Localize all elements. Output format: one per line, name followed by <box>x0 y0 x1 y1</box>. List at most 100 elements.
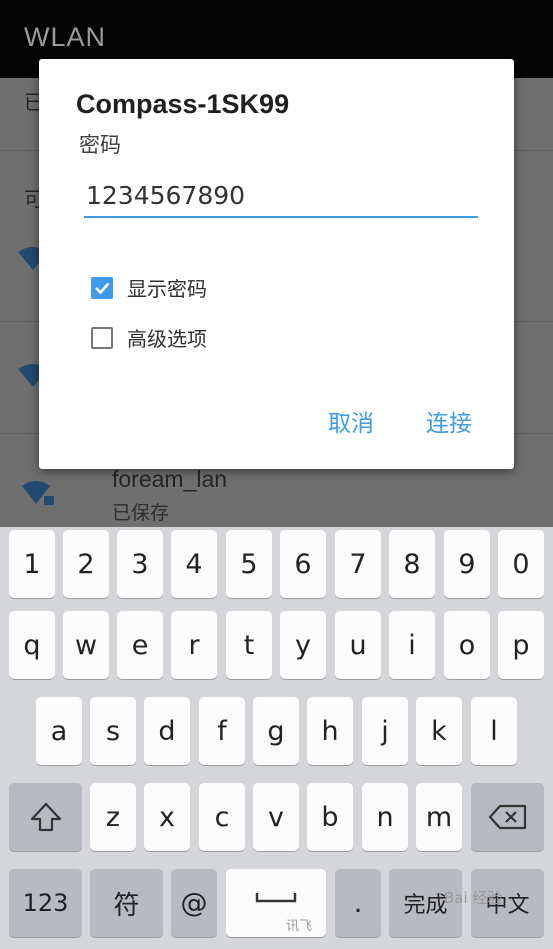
key-p[interactable]: p <box>498 611 544 679</box>
shift-icon <box>30 802 61 832</box>
key-label: c <box>214 801 230 833</box>
key-label: b <box>321 801 339 833</box>
key-n[interactable]: n <box>362 783 408 851</box>
key-label: u <box>349 629 367 661</box>
key-5[interactable]: 5 <box>226 530 272 598</box>
key-label: x <box>159 801 175 833</box>
key-label: 7 <box>349 548 367 580</box>
network-name: foream_lan <box>112 466 228 492</box>
watermark: Bai 经验 <box>444 889 503 907</box>
key-label: o <box>458 629 476 661</box>
key-label: y <box>295 629 311 661</box>
key-label: q <box>23 629 41 661</box>
key-0[interactable]: 0 <box>498 530 544 598</box>
wifi-password-dialog: Compass-1SK99 密码 显示密码 高级选项 取消 连接 <box>39 59 514 469</box>
key-w[interactable]: w <box>63 611 109 679</box>
key-7[interactable]: 7 <box>335 530 381 598</box>
key-label: s <box>105 715 121 747</box>
soft-keyboard: 1 2 3 4 5 6 7 8 9 0 q w e r t y u i o p … <box>0 527 553 949</box>
key-x[interactable]: x <box>144 783 190 851</box>
key-m[interactable]: m <box>416 783 462 851</box>
key-h[interactable]: h <box>307 697 353 765</box>
shift-key[interactable] <box>9 783 82 851</box>
key-b[interactable]: b <box>307 783 353 851</box>
backspace-key[interactable] <box>471 783 544 851</box>
key-a[interactable]: a <box>36 697 82 765</box>
key-label: z <box>105 801 121 833</box>
symbols-key[interactable]: 符 <box>90 869 163 937</box>
key-label: l <box>490 715 498 747</box>
key-d[interactable]: d <box>144 697 190 765</box>
key-label: n <box>376 801 394 833</box>
key-label: 0 <box>512 548 530 580</box>
key-6[interactable]: 6 <box>280 530 326 598</box>
password-label: 密码 <box>79 133 121 157</box>
numbers-key[interactable]: 123 <box>9 869 82 937</box>
advanced-options-row[interactable]: 高级选项 <box>91 323 207 352</box>
key-2[interactable]: 2 <box>63 530 109 598</box>
key-s[interactable]: s <box>90 697 136 765</box>
key-l[interactable]: l <box>471 697 517 765</box>
dialog-title: Compass-1SK99 <box>76 89 290 119</box>
wifi-lock-icon <box>22 481 54 505</box>
key-q[interactable]: q <box>9 611 55 679</box>
key-label: r <box>188 629 200 661</box>
show-password-row[interactable]: 显示密码 <box>91 273 207 302</box>
key-v[interactable]: v <box>253 783 299 851</box>
key-c[interactable]: c <box>199 783 245 851</box>
check-icon <box>95 282 110 294</box>
key-label: e <box>131 629 149 661</box>
key-label: 2 <box>77 548 95 580</box>
key-label: 3 <box>131 548 149 580</box>
key-3[interactable]: 3 <box>117 530 163 598</box>
key-label: k <box>431 715 447 747</box>
key-t[interactable]: t <box>226 611 272 679</box>
key-label: j <box>381 715 389 747</box>
key-o[interactable]: o <box>444 611 490 679</box>
network-status: 已保存 <box>112 502 170 524</box>
key-1[interactable]: 1 <box>9 530 55 598</box>
key-i[interactable]: i <box>389 611 435 679</box>
key-label: i <box>408 629 416 661</box>
key-label: f <box>217 715 227 747</box>
connect-button[interactable]: 连接 <box>426 404 472 438</box>
cancel-button[interactable]: 取消 <box>328 404 374 438</box>
key-label: 8 <box>403 548 421 580</box>
key-label: 完成 <box>403 893 448 918</box>
key-f[interactable]: f <box>199 697 245 765</box>
key-label: m <box>425 801 453 833</box>
key-9[interactable]: 9 <box>444 530 490 598</box>
key-z[interactable]: z <box>90 783 136 851</box>
key-k[interactable]: k <box>416 697 462 765</box>
key-r[interactable]: r <box>171 611 217 679</box>
key-label: t <box>243 629 255 661</box>
show-password-label: 显示密码 <box>127 277 207 301</box>
key-label: v <box>268 801 284 833</box>
key-g[interactable]: g <box>253 697 299 765</box>
app-bar-title: WLAN <box>24 22 107 52</box>
key-label: w <box>74 629 98 661</box>
key-label: g <box>267 715 285 747</box>
key-j[interactable]: j <box>362 697 408 765</box>
space-bar-icon <box>255 893 297 903</box>
backspace-icon <box>488 804 526 830</box>
key-label: 符 <box>113 890 140 921</box>
at-key[interactable]: @ <box>171 869 217 937</box>
show-password-checkbox[interactable] <box>91 276 113 299</box>
ime-brand-label: 讯飞 <box>286 919 313 934</box>
key-label: 1 <box>23 548 41 580</box>
key-label: 6 <box>294 548 312 580</box>
key-label: 5 <box>240 548 258 580</box>
password-input[interactable] <box>84 174 478 218</box>
key-4[interactable]: 4 <box>171 530 217 598</box>
key-y[interactable]: y <box>280 611 326 679</box>
key-label: p <box>512 629 530 661</box>
key-8[interactable]: 8 <box>389 530 435 598</box>
advanced-options-checkbox[interactable] <box>91 326 113 349</box>
key-e[interactable]: e <box>117 611 163 679</box>
period-key[interactable]: . <box>335 869 381 937</box>
key-label: h <box>321 715 339 747</box>
advanced-options-label: 高级选项 <box>127 327 207 351</box>
key-label: d <box>158 715 176 747</box>
key-u[interactable]: u <box>335 611 381 679</box>
